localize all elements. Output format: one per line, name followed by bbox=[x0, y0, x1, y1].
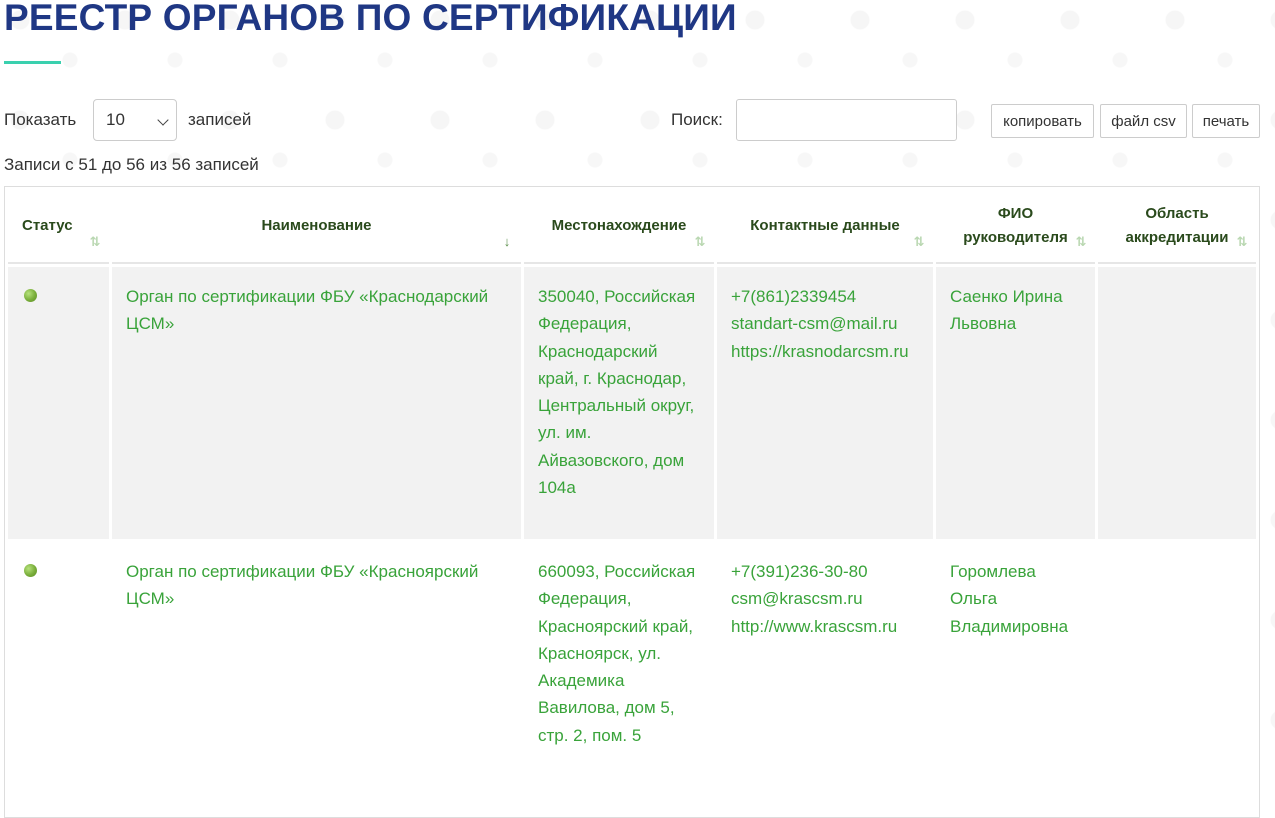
print-button[interactable]: печать bbox=[1192, 104, 1260, 138]
column-header-head[interactable]: ФИО руководителя ⇅ bbox=[936, 190, 1095, 264]
cell-location: 660093, Российская Федерация, Красноярск… bbox=[524, 542, 714, 814]
contact-phone: +7(391)236-30-80 bbox=[731, 562, 868, 581]
column-label: Местонахождение bbox=[551, 217, 687, 234]
column-label: ФИО руководителя bbox=[963, 205, 1068, 246]
contact-website: http://www.krascsm.ru bbox=[731, 616, 898, 636]
column-header-name[interactable]: Наименование ↓ bbox=[112, 190, 521, 264]
column-label: Область аккредитации bbox=[1125, 205, 1229, 246]
sort-both-icon: ⇅ bbox=[89, 234, 101, 249]
organization-name-link[interactable]: Орган по сертификации ФБУ «Красноярский … bbox=[126, 562, 478, 608]
cell-status bbox=[8, 542, 109, 814]
cell-head: Саенко Ирина Львовна bbox=[936, 267, 1095, 539]
cell-scope bbox=[1098, 267, 1256, 539]
cell-scope bbox=[1098, 542, 1256, 814]
table-controls: Показать 10 записей Поиск: копировать фа… bbox=[4, 98, 1260, 142]
table-header-row: Статус ⇅ Наименование ↓ Местонахождение … bbox=[8, 190, 1256, 264]
page-length-value: 10 bbox=[106, 110, 125, 129]
table-row: Орган по сертификации ФБУ «Красноярский … bbox=[8, 542, 1256, 814]
contact-phone: +7(861)2339454 bbox=[731, 287, 857, 306]
search-label: Поиск: bbox=[671, 110, 723, 129]
cell-name: Орган по сертификации ФБУ «Красноярский … bbox=[112, 542, 521, 814]
column-label: Наименование bbox=[261, 217, 372, 234]
page-title: РЕЕСТР ОРГАНОВ ПО СЕРТИФИКАЦИИ bbox=[4, 0, 737, 38]
records-label: записей bbox=[188, 110, 252, 129]
sort-asc-icon: ↓ bbox=[503, 234, 511, 249]
column-label: Контактные данные bbox=[750, 217, 900, 234]
contact-email: csm@krascsm.ru bbox=[731, 589, 863, 609]
title-underline bbox=[4, 61, 61, 64]
column-header-contacts[interactable]: Контактные данные ⇅ bbox=[717, 190, 933, 264]
sort-both-icon: ⇅ bbox=[1236, 234, 1248, 249]
column-header-scope[interactable]: Область аккредитации ⇅ bbox=[1098, 190, 1256, 264]
cell-contacts: +7(861)2339454 standart-csm@mail.ru http… bbox=[717, 267, 933, 539]
cell-status bbox=[8, 267, 109, 539]
column-header-location[interactable]: Местонахождение ⇅ bbox=[524, 190, 714, 264]
registry-table: Статус ⇅ Наименование ↓ Местонахождение … bbox=[4, 186, 1260, 818]
cell-location: 350040, Российская Федерация, Краснодарс… bbox=[524, 267, 714, 539]
cell-head: Горомлева Ольга Владимировна bbox=[936, 542, 1095, 814]
organization-name-link[interactable]: Орган по сертификации ФБУ «Краснодарский… bbox=[126, 287, 488, 333]
status-active-icon bbox=[24, 289, 37, 302]
records-info: Записи с 51 до 56 из 56 записей bbox=[4, 155, 259, 174]
cell-name: Орган по сертификации ФБУ «Краснодарский… bbox=[112, 267, 521, 539]
column-header-status[interactable]: Статус ⇅ bbox=[8, 190, 109, 264]
table-row: Орган по сертификации ФБУ «Краснодарский… bbox=[8, 267, 1256, 539]
page-length-select[interactable]: 10 bbox=[93, 99, 177, 141]
sort-both-icon: ⇅ bbox=[913, 234, 925, 249]
search-input[interactable] bbox=[736, 99, 957, 141]
column-label: Статус bbox=[22, 217, 73, 234]
sort-both-icon: ⇅ bbox=[1075, 234, 1087, 249]
show-label: Показать bbox=[4, 110, 77, 129]
sort-both-icon: ⇅ bbox=[694, 234, 706, 249]
registry-table-wrapper: Статус ⇅ Наименование ↓ Местонахождение … bbox=[4, 186, 1260, 818]
chevron-down-icon bbox=[157, 114, 169, 126]
contact-email: standart-csm@mail.ru bbox=[731, 314, 898, 334]
copy-button[interactable]: копировать bbox=[991, 104, 1094, 138]
contact-website: https://krasnodarcsm.ru bbox=[731, 341, 909, 361]
csv-button[interactable]: файл csv bbox=[1100, 104, 1187, 138]
cell-contacts: +7(391)236-30-80 csm@krascsm.ru http://w… bbox=[717, 542, 933, 814]
status-active-icon bbox=[24, 564, 37, 577]
